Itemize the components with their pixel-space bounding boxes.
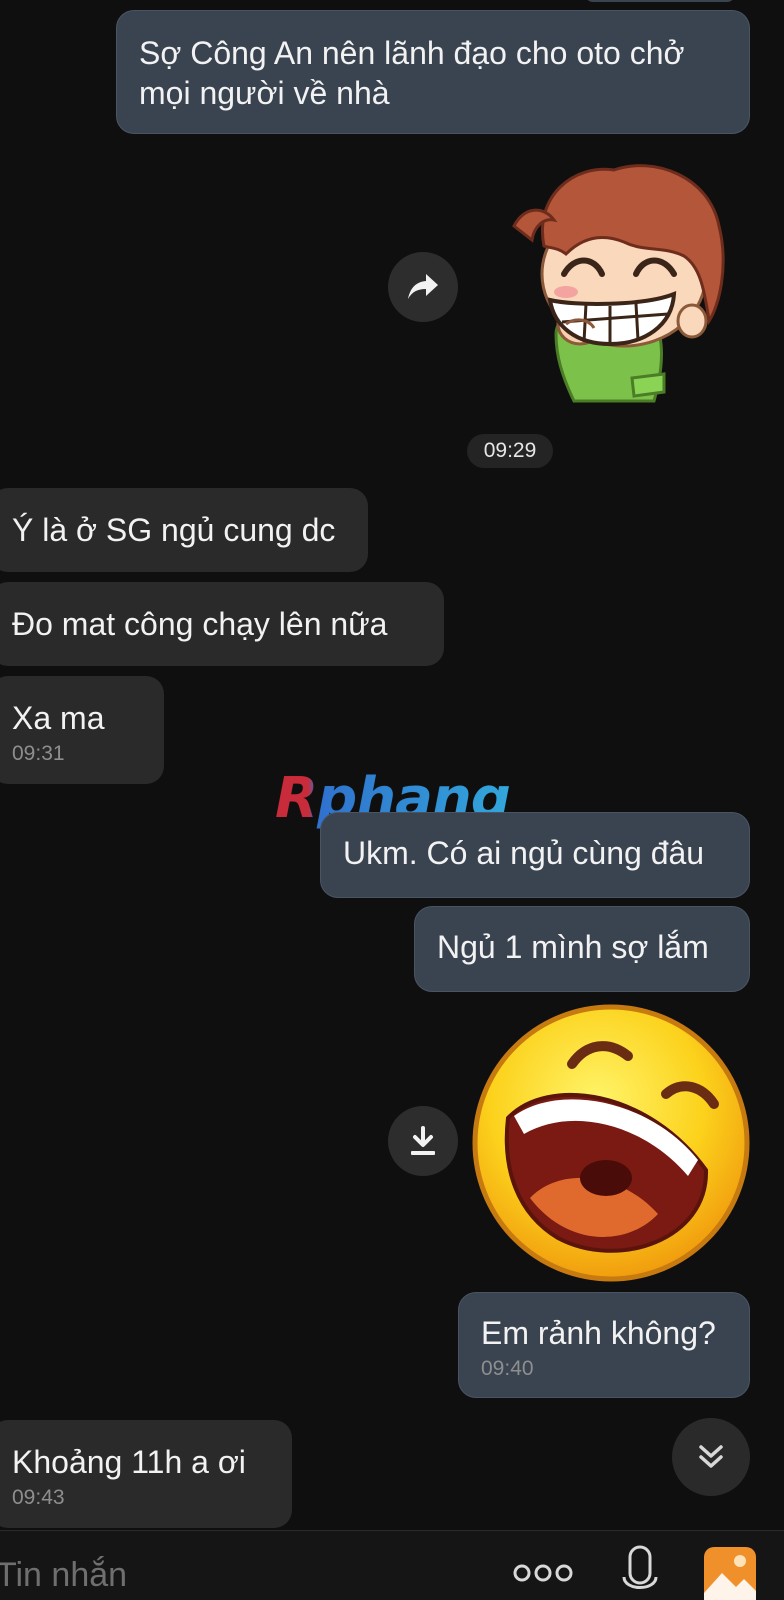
download-icon [411, 1126, 435, 1155]
voice-button[interactable] [622, 1543, 658, 1600]
message-text: Xa ma [12, 700, 105, 736]
message-time: 09:40 [481, 1357, 534, 1380]
message-time: 09:31 [12, 742, 65, 765]
message-text: Đo mat công chạy lên nữa [12, 606, 388, 642]
incoming-message[interactable]: Xa ma 09:31 [0, 676, 164, 784]
more-dots-icon [513, 1564, 573, 1582]
gallery-image-icon [704, 1547, 756, 1600]
outgoing-message[interactable]: Sợ Công An nên lãnh đạo cho oto chở mọi … [116, 10, 750, 134]
outgoing-message[interactable]: Em rảnh không? 09:40 [458, 1292, 750, 1398]
laughing-emoji-sticker[interactable] [468, 1000, 754, 1286]
scroll-to-bottom-button[interactable] [672, 1418, 750, 1496]
share-arrow-icon [408, 274, 438, 299]
time-chip: 09:29 [467, 434, 553, 468]
incoming-message[interactable]: Khoảng 11h a ơi 09:43 [0, 1420, 292, 1528]
outgoing-message[interactable]: Ukm. Có ai ngủ cùng đâu [320, 812, 750, 898]
message-input[interactable] [0, 1549, 466, 1600]
message-text: Khoảng 11h a ơi [12, 1444, 246, 1480]
more-button[interactable] [512, 1553, 574, 1589]
gallery-button[interactable] [702, 1545, 758, 1600]
previous-message-edge [585, 0, 735, 2]
double-chevron-down-icon [699, 1445, 723, 1468]
incoming-message[interactable]: Đo mat công chạy lên nữa [0, 582, 444, 666]
incoming-message[interactable]: Ý là ở SG ngủ cung dc [0, 488, 368, 572]
message-text-line-2: mọi người về nhà [139, 75, 390, 111]
message-text-line-1: Sợ Công An nên lãnh đạo cho oto chở [139, 35, 685, 71]
message-text: Ý là ở SG ngủ cung dc [12, 512, 336, 548]
message-text: Em rảnh không? [481, 1315, 716, 1351]
grinning-boy-sticker[interactable] [504, 156, 734, 416]
outgoing-message[interactable]: Ngủ 1 mình sợ lắm [414, 906, 750, 992]
message-text: Ukm. Có ai ngủ cùng đâu [343, 835, 705, 871]
download-button[interactable] [388, 1106, 458, 1176]
share-button[interactable] [388, 252, 458, 322]
composer-bar [0, 1530, 784, 1600]
message-time: 09:43 [12, 1486, 65, 1509]
message-text: Ngủ 1 mình sợ lắm [437, 929, 709, 965]
microphone-icon [622, 1545, 658, 1589]
